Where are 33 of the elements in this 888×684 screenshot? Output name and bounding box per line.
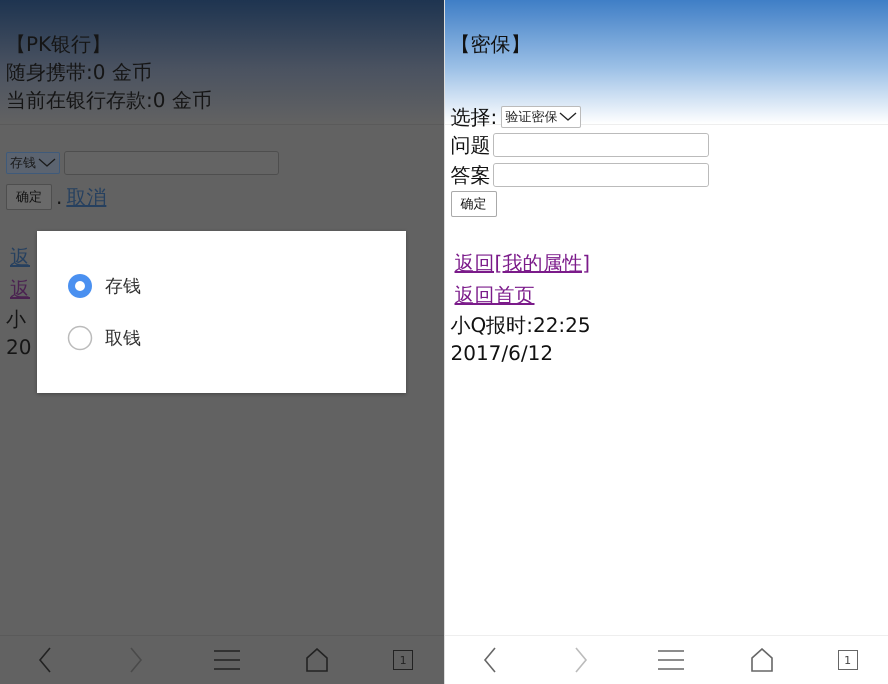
menu-icon xyxy=(658,649,684,671)
menu-icon xyxy=(214,649,240,671)
input-field[interactable] xyxy=(492,163,708,187)
confirm-button[interactable]: 确定 xyxy=(450,191,496,217)
page-title: 【PK银行】 xyxy=(6,31,112,58)
home-icon xyxy=(750,648,774,672)
separator-text: . xyxy=(56,184,62,211)
input-field[interactable] xyxy=(492,133,708,157)
radio-button[interactable] xyxy=(67,325,93,351)
back-link[interactable]: 返回[我的属性] xyxy=(454,247,590,279)
chevron-icon xyxy=(38,158,56,168)
back-icon xyxy=(482,647,497,673)
footer-text: 小 xyxy=(6,306,26,333)
chevron-icon xyxy=(559,112,578,122)
footer-text: 20 xyxy=(6,334,32,361)
home-icon xyxy=(305,648,330,672)
field-label: 问题 xyxy=(450,132,490,159)
page-title: 【密保】 xyxy=(450,31,532,58)
radio-button[interactable] xyxy=(67,273,93,299)
tabs-button[interactable]: 1 xyxy=(838,650,858,670)
balance-text: 随身携带:0 金币 xyxy=(6,59,153,86)
back-link[interactable]: 返回首页 xyxy=(454,279,534,311)
footer-text: 2017/6/12 xyxy=(450,340,554,367)
forward-icon xyxy=(129,647,144,673)
back-icon xyxy=(38,647,52,673)
option-label[interactable]: 存钱 xyxy=(105,274,141,298)
balance-text: 当前在银行存款:0 金币 xyxy=(6,87,213,114)
select-label: 选择: xyxy=(450,104,498,131)
footer-text: 小Q报时:22:25 xyxy=(450,312,591,339)
mode-select[interactable]: 验证密保 xyxy=(501,106,582,128)
field-label: 答案 xyxy=(450,162,490,189)
forward-icon xyxy=(574,647,588,673)
option-label[interactable]: 取钱 xyxy=(105,326,141,350)
